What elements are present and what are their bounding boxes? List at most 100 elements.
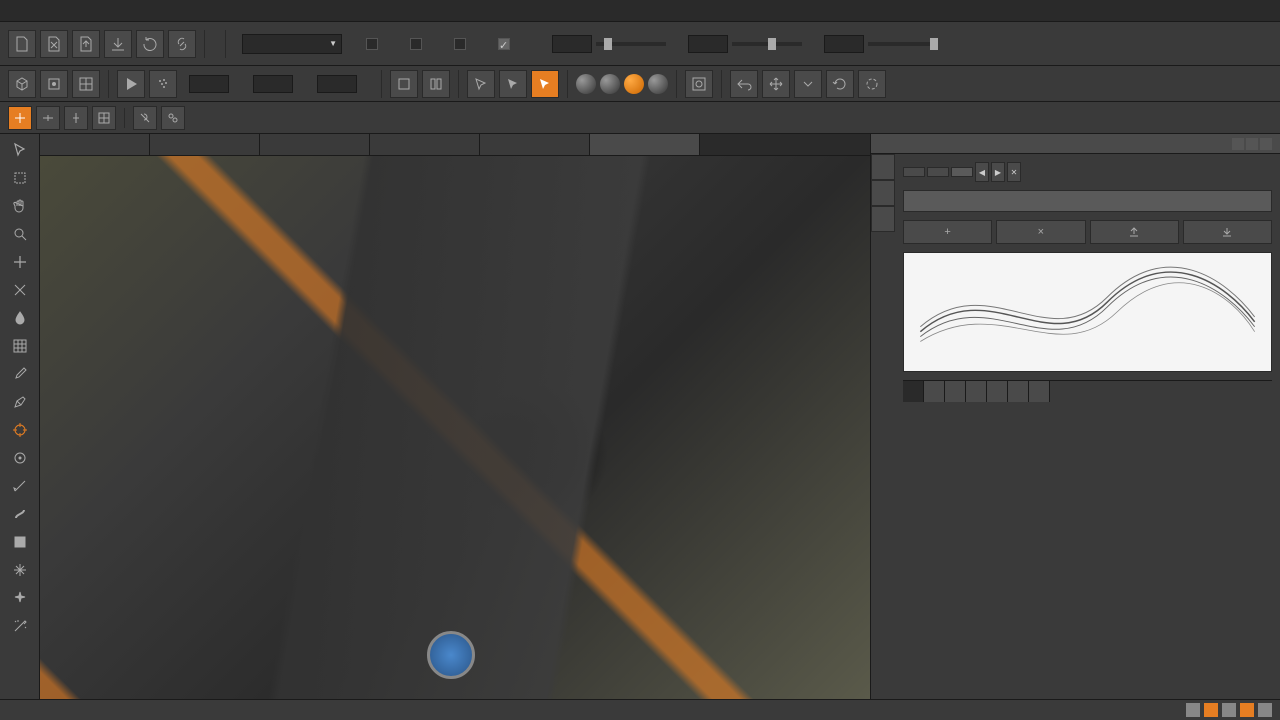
play-button[interactable] [117, 70, 145, 98]
cube-wireframe-button[interactable] [8, 70, 36, 98]
view1-button[interactable] [390, 70, 418, 98]
mode-btn-1[interactable] [8, 106, 32, 130]
secondary-toolbar [0, 66, 1280, 102]
rotate-button[interactable] [826, 70, 854, 98]
crossed-tool[interactable] [8, 278, 32, 302]
pen-tool[interactable] [8, 390, 32, 414]
cursor3-button[interactable] [531, 70, 559, 98]
pointer-tool[interactable] [8, 138, 32, 162]
btab-selection[interactable] [1029, 381, 1050, 402]
add-shelf-button[interactable]: + [903, 220, 992, 244]
mode-btn-4[interactable] [92, 106, 116, 130]
tab-ortho-uv[interactable] [370, 134, 480, 155]
far-field[interactable] [253, 75, 293, 93]
material-sphere-4[interactable] [648, 74, 668, 94]
tabs-close-icon[interactable]: ✕ [1007, 162, 1021, 182]
radius-field[interactable] [552, 35, 592, 53]
open-file-button[interactable] [72, 30, 100, 58]
radius-slider[interactable] [596, 42, 666, 46]
mode-btn-2[interactable] [36, 106, 60, 130]
status-icon-3[interactable] [1222, 703, 1236, 717]
spray-button[interactable] [149, 70, 177, 98]
fov-field[interactable] [317, 75, 357, 93]
btab-colors[interactable] [966, 381, 987, 402]
colors-checkbox[interactable] [366, 38, 378, 50]
wand-tool[interactable] [8, 614, 32, 638]
smudge-tool[interactable] [8, 502, 32, 526]
tab-forums[interactable] [40, 134, 150, 155]
panel-min-icon[interactable] [1232, 138, 1244, 150]
flow-slider[interactable] [868, 42, 938, 46]
btab-shaders[interactable] [924, 381, 945, 402]
mode-btn-3[interactable] [64, 106, 88, 130]
brush-tab-ps[interactable] [927, 167, 949, 177]
circle-tool[interactable] [8, 446, 32, 470]
alpha-checkbox[interactable] [410, 38, 422, 50]
near-field[interactable] [189, 75, 229, 93]
status-icon-4[interactable] [1240, 703, 1254, 717]
side-tab-shelves[interactable] [871, 180, 895, 206]
viewport[interactable] [40, 156, 870, 699]
mode-btn-6[interactable] [161, 106, 185, 130]
brush-tool[interactable] [8, 362, 32, 386]
material-sphere-1[interactable] [576, 74, 596, 94]
panel-close-icon[interactable] [1260, 138, 1272, 150]
cursor2-button[interactable] [499, 70, 527, 98]
opacity-slider[interactable] [732, 42, 802, 46]
tab-projects[interactable] [150, 134, 260, 155]
export-shelf-button[interactable] [1183, 220, 1272, 244]
flow-checkbox[interactable]: ✓ [498, 38, 510, 50]
delete-file-button[interactable] [40, 30, 68, 58]
btab-channels[interactable] [945, 381, 966, 402]
burst-tool[interactable] [8, 558, 32, 582]
chevron-down-button[interactable] [794, 70, 822, 98]
painting-mode-combo[interactable] [242, 34, 342, 54]
mode-btn-5[interactable] [133, 106, 157, 130]
tabs-next-icon[interactable]: ▶ [991, 162, 1005, 182]
zoom-tool[interactable] [8, 222, 32, 246]
frame-button[interactable] [685, 70, 713, 98]
grid-tool[interactable] [8, 334, 32, 358]
hand-tool[interactable] [8, 194, 32, 218]
flow-field[interactable] [824, 35, 864, 53]
tab-ortho[interactable] [590, 134, 700, 155]
remove-shelf-button[interactable]: × [996, 220, 1085, 244]
radius-checkbox[interactable] [454, 38, 466, 50]
drop-tool[interactable] [8, 306, 32, 330]
status-icon-5[interactable] [1258, 703, 1272, 717]
btab-projection[interactable] [987, 381, 1008, 402]
marquee-tool[interactable] [8, 166, 32, 190]
link-button[interactable] [168, 30, 196, 58]
panel-max-icon[interactable] [1246, 138, 1258, 150]
snap-button[interactable] [40, 70, 68, 98]
new-file-button[interactable] [8, 30, 36, 58]
refresh-button[interactable] [136, 30, 164, 58]
shape-tool[interactable] [8, 530, 32, 554]
target-tool[interactable] [8, 418, 32, 442]
side-tab-presets[interactable] [871, 206, 895, 232]
tabs-prev-icon[interactable]: ◀ [975, 162, 989, 182]
import-shelf-button[interactable] [1090, 220, 1179, 244]
material-sphere-3[interactable] [624, 74, 644, 94]
star-tool[interactable] [8, 586, 32, 610]
tab-uv[interactable] [260, 134, 370, 155]
move-button[interactable] [762, 70, 790, 98]
knife-tool[interactable] [8, 474, 32, 498]
tab-perspective[interactable] [480, 134, 590, 155]
undo-button[interactable] [730, 70, 758, 98]
import-button[interactable] [104, 30, 132, 58]
brush-tab-project[interactable] [951, 167, 973, 177]
cursor1-button[interactable] [467, 70, 495, 98]
status-icon-1[interactable] [1186, 703, 1200, 717]
brush-tab-brads[interactable] [903, 167, 925, 177]
view2-button[interactable] [422, 70, 450, 98]
side-tab-properties[interactable] [871, 154, 895, 180]
loop-button[interactable] [858, 70, 886, 98]
grid-button[interactable] [72, 70, 100, 98]
move-tool[interactable] [8, 250, 32, 274]
material-sphere-2[interactable] [600, 74, 620, 94]
btab-brush-editor[interactable] [903, 381, 924, 402]
opacity-field[interactable] [688, 35, 728, 53]
status-icon-2[interactable] [1204, 703, 1218, 717]
btab-painting[interactable] [1008, 381, 1029, 402]
